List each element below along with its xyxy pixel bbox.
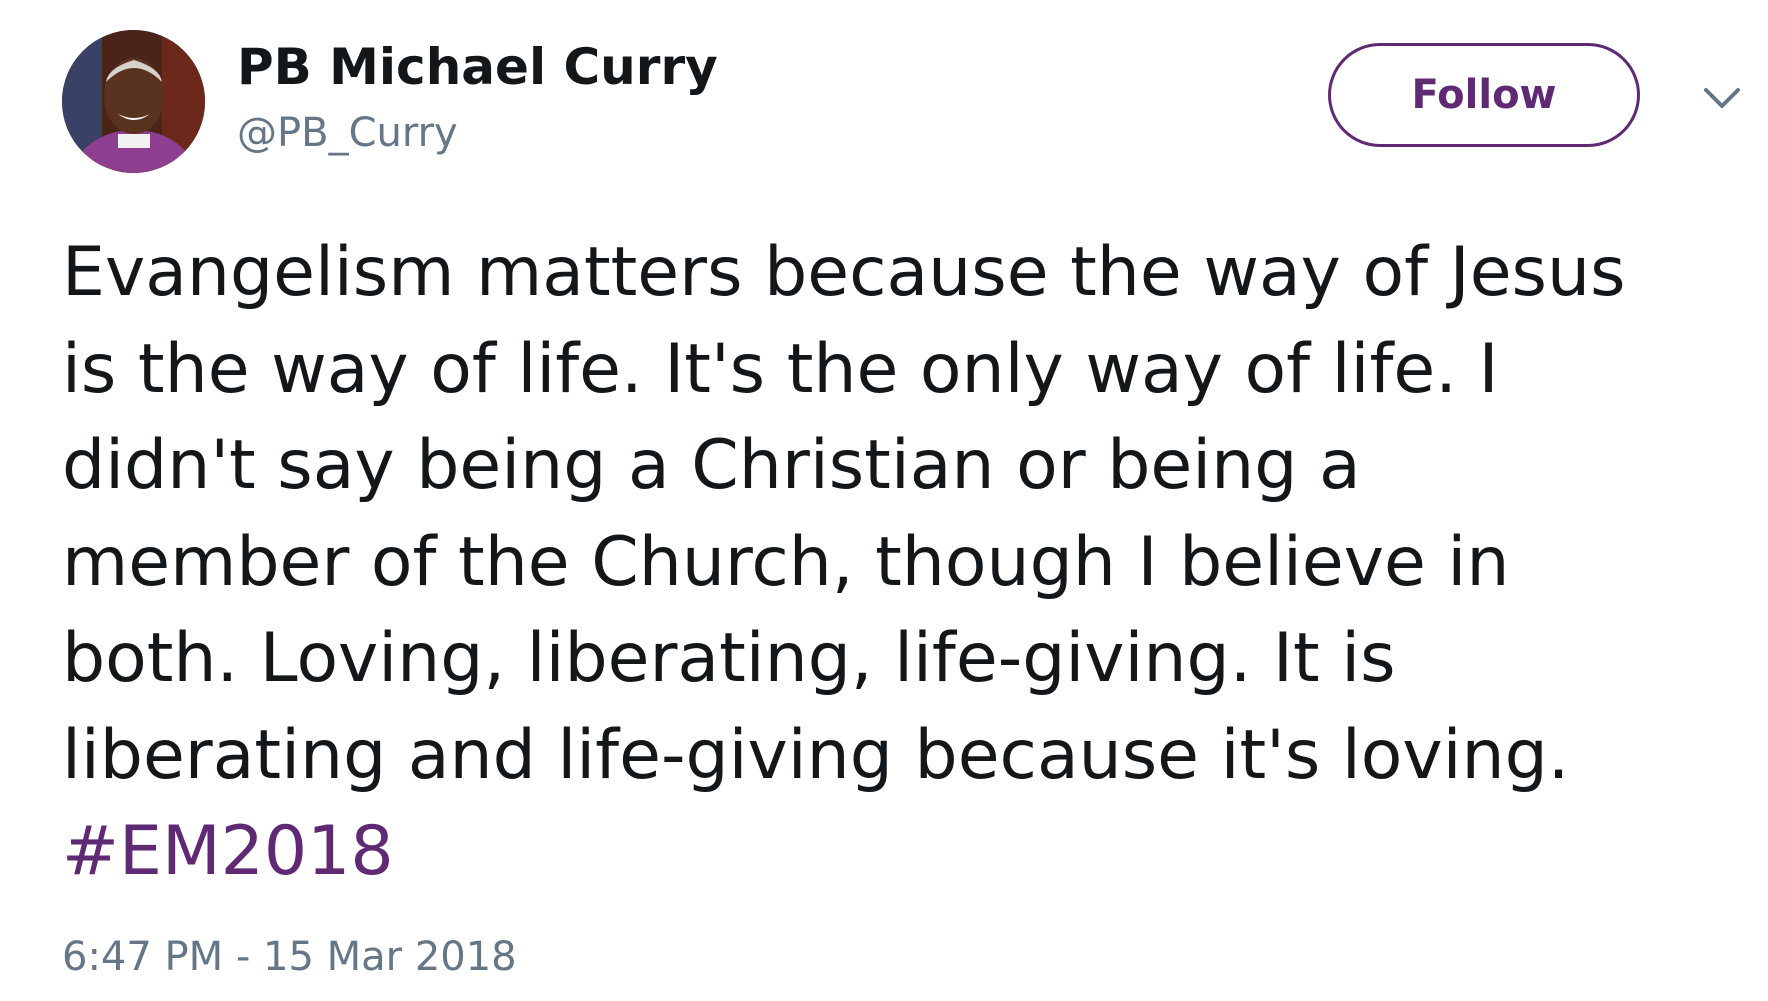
tweet-text-line: Evangelism matters because the way of Je… bbox=[62, 233, 1626, 312]
tweet-text: Evangelism matters because the way of Je… bbox=[62, 225, 1722, 901]
tweet-text-line: didn't say being a Christian or being a bbox=[62, 426, 1361, 505]
display-name[interactable]: PB Michael Curry bbox=[237, 38, 718, 96]
avatar[interactable] bbox=[62, 30, 205, 173]
hashtag-link[interactable]: #EM2018 bbox=[62, 804, 1722, 901]
tweet-text-line: both. Loving, liberating, life-giving. I… bbox=[62, 619, 1396, 698]
tweet-text-line: is the way of life. It's the only way of… bbox=[62, 329, 1499, 409]
chevron-down-icon[interactable] bbox=[1700, 82, 1744, 114]
user-handle[interactable]: @PB_Curry bbox=[237, 110, 458, 156]
avatar-image bbox=[62, 30, 205, 173]
tweet-text-line: member of the Church, though I believe i… bbox=[62, 522, 1510, 602]
tweet-timestamp[interactable]: 6:47 PM - 15 Mar 2018 bbox=[62, 934, 517, 980]
follow-button[interactable]: Follow bbox=[1328, 43, 1640, 147]
tweet-card: PB Michael Curry @PB_Curry Follow Evange… bbox=[0, 0, 1768, 1001]
tweet-text-line: liberating and life-giving because it's … bbox=[62, 715, 1570, 795]
